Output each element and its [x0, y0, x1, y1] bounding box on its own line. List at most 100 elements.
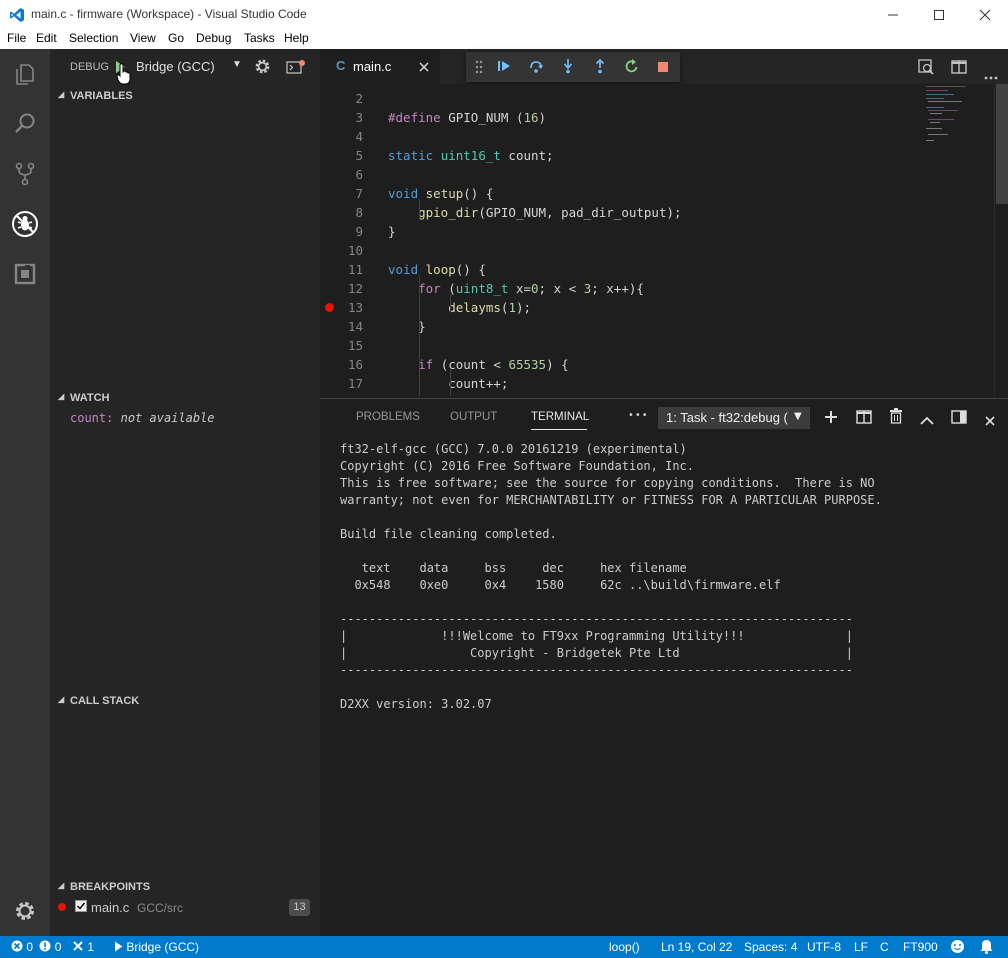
line-number[interactable]: 5 — [320, 146, 363, 165]
code-line: 16 if (count < 65535) { — [320, 355, 990, 374]
stop-button[interactable] — [656, 59, 670, 78]
call-stack-section-header[interactable]: ◢ CALL STACK — [50, 690, 320, 712]
line-number[interactable]: 4 — [320, 127, 363, 146]
tab-problems[interactable]: PROBLEMS — [356, 411, 420, 423]
menu-selection[interactable]: Selection — [69, 31, 118, 45]
terminal-line: ----------------------------------------… — [340, 663, 853, 677]
chevron-down-icon[interactable]: ▼ — [232, 59, 242, 70]
toggle-panel-position-button[interactable] — [951, 409, 967, 428]
language-status[interactable]: C — [880, 940, 889, 954]
warning-icon — [39, 940, 51, 952]
line-number[interactable]: 9 — [320, 222, 363, 241]
tab-main-c[interactable]: C main.c — [320, 49, 440, 84]
feedback-button[interactable] — [950, 939, 965, 957]
step-into-button[interactable] — [560, 58, 576, 78]
watch-expression[interactable]: count: not available — [70, 411, 215, 425]
more-panel-actions-icon[interactable]: ••• — [628, 410, 649, 421]
line-number[interactable]: 16 — [320, 355, 363, 374]
split-editor-button[interactable] — [950, 58, 968, 80]
kill-terminal-button[interactable] — [889, 408, 903, 428]
indentation-status[interactable]: Spaces: 4 — [744, 940, 797, 954]
search-button[interactable] — [0, 99, 50, 149]
new-terminal-button[interactable] — [824, 409, 838, 428]
close-tab-icon[interactable] — [419, 62, 429, 72]
line-number[interactable]: 10 — [320, 241, 363, 260]
eol-status[interactable]: LF — [854, 940, 868, 954]
line-number[interactable]: 14 — [320, 317, 363, 336]
code-editor[interactable]: 1#include23#define GPIO_NUM (16)45static… — [320, 84, 1008, 396]
source-control-button[interactable] — [0, 149, 50, 199]
close-window-button[interactable] — [962, 0, 1008, 30]
encoding-status[interactable]: UTF-8 — [807, 940, 841, 954]
terminal-select[interactable]: 1: Task - ft32:debug ( ▼ — [658, 407, 810, 429]
target-status[interactable]: FT900 — [903, 940, 938, 954]
breakpoint-glyph-icon[interactable] — [325, 303, 334, 312]
line-number[interactable]: 6 — [320, 165, 363, 184]
restart-button[interactable] — [624, 58, 640, 78]
debug-view-button[interactable] — [0, 199, 50, 249]
code-line: 8 gpio_dir(GPIO_NUM, pad_dir_output); — [320, 203, 990, 222]
hand-cursor-icon — [116, 63, 131, 85]
menu-debug[interactable]: Debug — [196, 31, 231, 45]
explorer-button[interactable] — [0, 49, 50, 99]
task-count: 1 — [87, 940, 95, 954]
scrollbar-thumb[interactable] — [996, 84, 1008, 204]
error-count: 0 — [26, 940, 34, 954]
line-number[interactable]: 17 — [320, 374, 363, 393]
close-panel-button[interactable] — [985, 411, 995, 430]
breakpoint-path: GCC/src — [137, 901, 183, 915]
menu-file[interactable]: File — [7, 31, 26, 45]
manage-button[interactable] — [0, 886, 50, 936]
menu-edit[interactable]: Edit — [36, 31, 57, 45]
step-over-button[interactable] — [528, 58, 544, 78]
maximize-button[interactable] — [916, 0, 962, 30]
debug-toolbar — [466, 52, 680, 82]
minimize-button[interactable] — [870, 0, 916, 30]
menu-go[interactable]: Go — [168, 31, 184, 45]
running-tasks-status[interactable]: 1 — [72, 940, 94, 954]
watch-section-header[interactable]: ◢ WATCH — [50, 387, 320, 409]
menu-view[interactable]: View — [130, 31, 156, 45]
step-out-button[interactable] — [592, 58, 608, 78]
cursor-position-status[interactable]: Ln 19, Col 22 — [661, 940, 732, 954]
breakpoint-item[interactable]: main.c GCC/src 13 — [50, 897, 320, 919]
breakpoint-line-badge: 13 — [289, 899, 310, 916]
drag-handle-icon[interactable] — [475, 60, 483, 74]
open-changes-button[interactable] — [917, 58, 935, 80]
line-number[interactable]: 7 — [320, 184, 363, 203]
debug-config-select[interactable]: Bridge (GCC) — [136, 59, 215, 74]
more-actions-button[interactable] — [984, 65, 998, 80]
minimap[interactable] — [924, 84, 994, 144]
notifications-button[interactable] — [980, 939, 993, 957]
split-terminal-button[interactable] — [856, 409, 872, 428]
editor-scrollbar[interactable] — [994, 84, 1008, 396]
menu-tasks[interactable]: Tasks — [244, 31, 275, 45]
line-number[interactable]: 11 — [320, 260, 363, 279]
continue-button[interactable] — [496, 58, 512, 78]
indent-guide — [419, 275, 420, 396]
breakpoint-enabled-checkbox[interactable] — [75, 900, 87, 912]
title-bar: main.c - firmware (Workspace) - Visual S… — [0, 0, 1008, 30]
current-function-status[interactable]: loop() — [609, 940, 640, 954]
line-number[interactable]: 8 — [320, 203, 363, 222]
open-launch-json-button[interactable] — [254, 58, 271, 80]
close-icon — [985, 416, 995, 426]
line-number[interactable]: 15 — [320, 336, 363, 355]
code-text: } — [388, 224, 396, 239]
extensions-button[interactable] — [0, 249, 50, 299]
line-number[interactable]: 12 — [320, 279, 363, 298]
line-number[interactable]: 2 — [320, 89, 363, 108]
debug-console-button[interactable] — [286, 59, 306, 80]
variables-section-header[interactable]: ◢ VARIABLES — [50, 85, 320, 107]
code-line: 11 void loop() { — [320, 260, 990, 279]
tab-output[interactable]: OUTPUT — [450, 411, 497, 423]
line-number[interactable]: 3 — [320, 108, 363, 127]
check-icon — [77, 902, 86, 910]
problems-status[interactable]: 0 0 — [11, 940, 61, 954]
maximize-panel-button[interactable] — [920, 411, 934, 430]
terminal-line: 0x548 0xe0 0x4 1580 62c ..\build\firmwar… — [340, 578, 781, 592]
menu-help[interactable]: Help — [284, 31, 309, 45]
tab-terminal[interactable]: TERMINAL — [531, 411, 589, 423]
breakpoints-section-header[interactable]: ◢ BREAKPOINTS — [50, 876, 320, 898]
debug-config-status[interactable]: Bridge (GCC) — [114, 940, 199, 954]
